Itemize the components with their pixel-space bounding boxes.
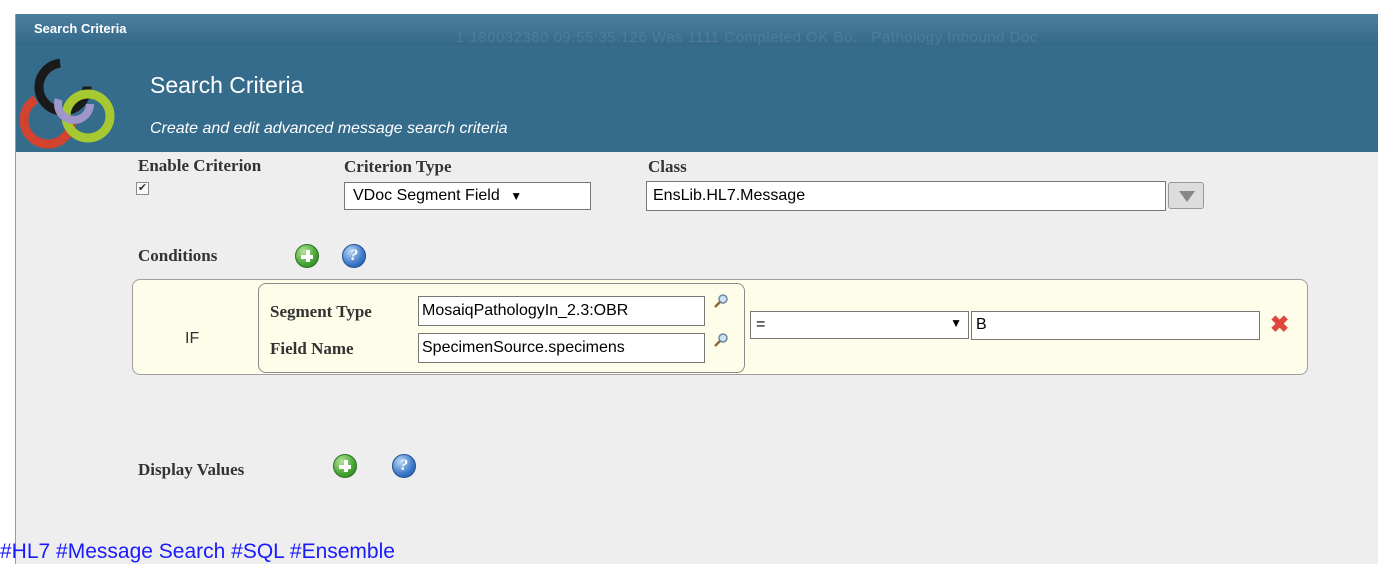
display-values-help-button[interactable]: ? [392, 454, 416, 478]
add-condition-button[interactable] [295, 244, 319, 268]
if-label: IF [185, 330, 200, 347]
titlebar-label: Search Criteria [34, 21, 127, 36]
operator-select[interactable]: = ▼ [750, 311, 969, 339]
hashtags-caption: #HL7 #Message Search #SQL #Ensemble [0, 540, 395, 563]
add-display-value-button[interactable] [333, 454, 357, 478]
triangle-down-icon [1179, 191, 1195, 202]
page-subtitle: Create and edit advanced message search … [150, 120, 508, 137]
magnifier-icon[interactable] [714, 333, 728, 347]
magnifier-icon[interactable] [714, 294, 728, 308]
condition-value-input[interactable]: B [971, 311, 1260, 340]
operator-value: = [756, 316, 766, 333]
title-bar: Search Criteria 1 180032380 09:55:35.126… [16, 14, 1378, 46]
field-name-input[interactable]: SpecimenSource.specimens [418, 333, 705, 363]
ensemble-rings-logo-icon [19, 58, 115, 149]
page-title: Search Criteria [150, 72, 304, 98]
dropdown-arrow-icon: ▼ [950, 316, 962, 330]
criterion-type-select[interactable]: VDoc Segment Field ▼ [344, 182, 591, 210]
background-row-text: 1 180032380 09:55:35.126 Was 1111 Comple… [456, 29, 1038, 46]
enable-criterion-label: Enable Criterion [138, 156, 262, 175]
field-name-label: Field Name [270, 339, 354, 358]
class-label: Class [648, 157, 687, 176]
class-dropdown-button[interactable] [1168, 182, 1204, 209]
conditions-label: Conditions [138, 246, 218, 265]
enable-criterion-checkbox[interactable]: ✔ [136, 182, 149, 195]
header-bar: Search Criteria Create and edit advanced… [16, 46, 1378, 152]
delete-condition-icon[interactable]: ✖ [1270, 313, 1289, 336]
conditions-help-button[interactable]: ? [342, 244, 366, 268]
criterion-type-label: Criterion Type [344, 157, 452, 176]
segment-type-label: Segment Type [270, 302, 372, 321]
dropdown-arrow-icon: ▼ [510, 189, 523, 203]
segment-type-input[interactable]: MosaiqPathologyIn_2.3:OBR [418, 296, 705, 326]
criterion-type-value: VDoc Segment Field [353, 187, 500, 204]
display-values-label: Display Values [138, 460, 245, 479]
class-input[interactable]: EnsLib.HL7.Message [646, 181, 1166, 211]
